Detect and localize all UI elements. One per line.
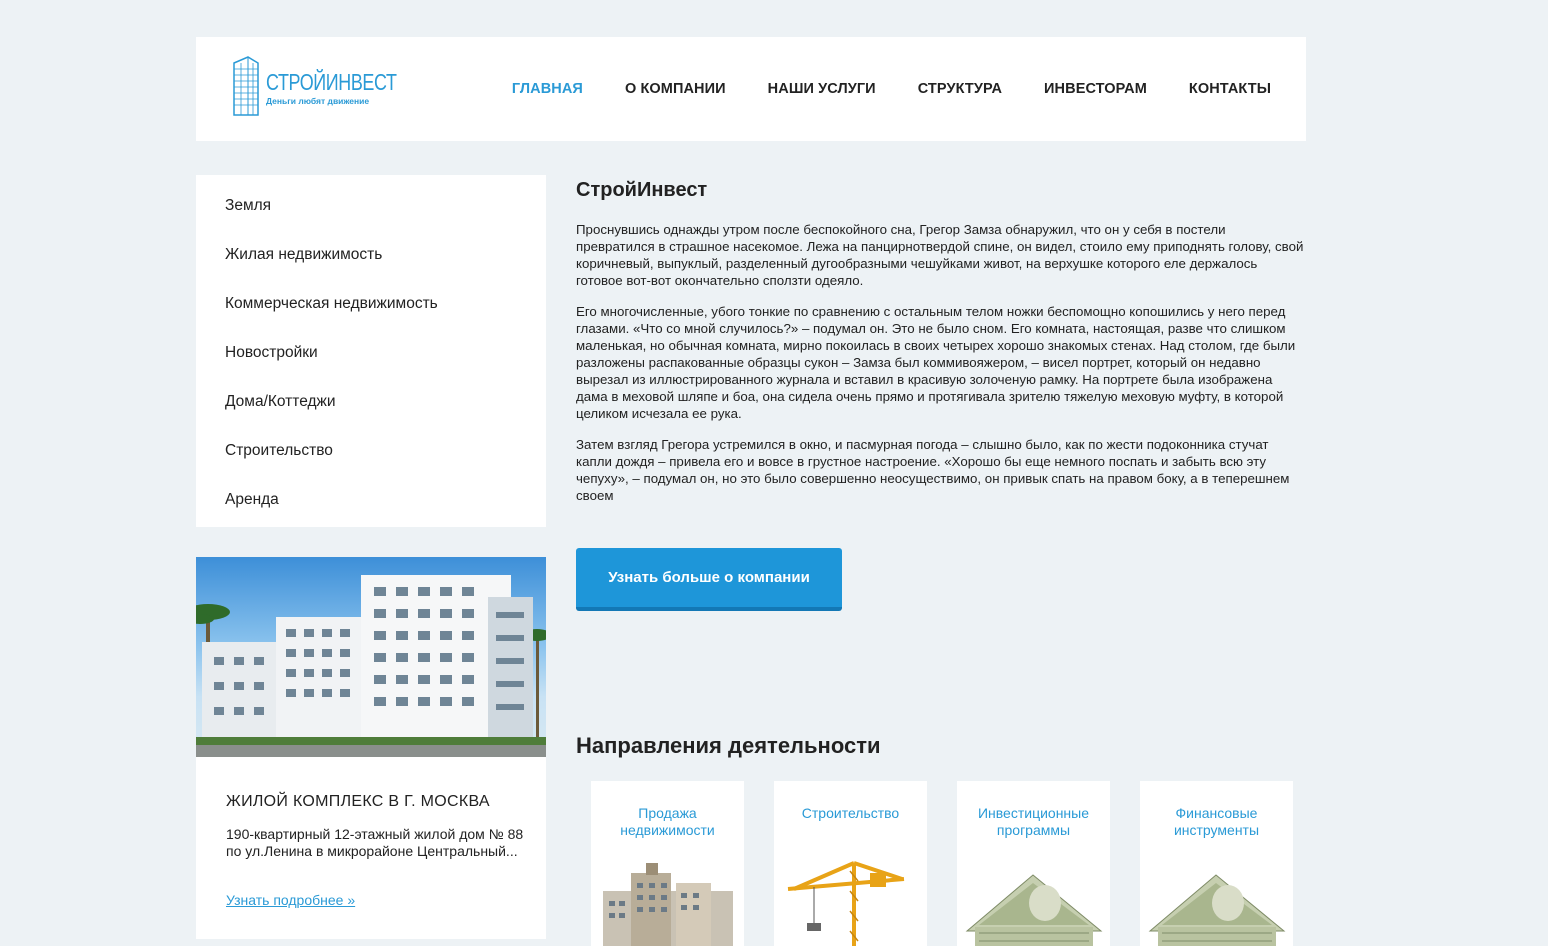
project-card: ЖИЛОЙ КОМПЛЕКС В Г. МОСКВА 190-квартирны… xyxy=(196,557,546,939)
nav-item-services[interactable]: НАШИ УСЛУГИ xyxy=(768,81,876,97)
intro-paragraph: Проснувшись однажды утром после беспокой… xyxy=(576,222,1304,288)
direction-tile-construction[interactable]: Строительство xyxy=(774,781,927,946)
learn-more-button[interactable]: Узнать больше о компании xyxy=(576,548,842,611)
main-nav: ГЛАВНАЯ О КОМПАНИИ НАШИ УСЛУГИ СТРУКТУРА… xyxy=(512,37,1271,141)
logo-name: СТРОЙИНВЕСТ xyxy=(266,69,397,95)
sidebar-item-new-buildings[interactable]: Новостройки xyxy=(196,344,546,393)
project-more-link[interactable]: Узнать подробнее » xyxy=(226,892,355,908)
intro-text: Проснувшись однажды утром после беспокой… xyxy=(576,221,1306,518)
project-title: ЖИЛОЙ КОМПЛЕКС В Г. МОСКВА xyxy=(226,793,490,810)
page-title: СтройИнвест xyxy=(576,179,708,201)
nav-item-about[interactable]: О КОМПАНИИ xyxy=(625,81,726,97)
nav-item-investors[interactable]: ИНВЕСТОРАМ xyxy=(1044,81,1147,97)
sidebar-item-houses[interactable]: Дома/Коттеджи xyxy=(196,393,546,442)
nav-item-contacts[interactable]: КОНТАКТЫ xyxy=(1189,81,1271,97)
nav-item-structure[interactable]: СТРУКТУРА xyxy=(918,81,1002,97)
project-image[interactable] xyxy=(196,557,546,757)
tower-building-icon xyxy=(603,863,733,946)
directions-title: Направления деятельности xyxy=(576,733,881,758)
site-header: СТРОЙИНВЕСТ Деньги любят движение ГЛАВНА… xyxy=(196,37,1306,141)
intro-paragraph: Затем взгляд Грегора устремился в окно, … xyxy=(576,437,1290,503)
sidebar-item-commercial[interactable]: Коммерческая недвижимость xyxy=(196,295,546,344)
sidebar-item-construction[interactable]: Строительство xyxy=(196,442,546,491)
intro-paragraph: Его многочисленные, убого тонкие по срав… xyxy=(576,304,1296,421)
project-description: 190-квартирный 12-этажный жилой дом № 88… xyxy=(226,826,524,859)
logo[interactable]: СТРОЙИНВЕСТ Деньги любят движение xyxy=(230,55,397,119)
money-house-icon xyxy=(965,874,1103,946)
crane-icon xyxy=(787,861,905,946)
sidebar-item-rent[interactable]: Аренда xyxy=(196,491,546,540)
sidebar-item-residential[interactable]: Жилая недвижимость xyxy=(196,246,546,295)
building-logo-icon xyxy=(233,56,259,116)
direction-tile-sales[interactable]: Продажа недвижимости xyxy=(591,781,744,946)
direction-label: Строительство xyxy=(801,805,900,821)
sidebar-item-land[interactable]: Земля xyxy=(196,197,546,246)
sidebar-menu: Земля Жилая недвижимость Коммерческая не… xyxy=(196,175,546,527)
money-house-icon xyxy=(1148,874,1286,946)
direction-label: Продажа недвижимости xyxy=(620,805,715,838)
direction-tile-finance[interactable]: Финансовые инструменты xyxy=(1140,781,1293,946)
nav-item-home[interactable]: ГЛАВНАЯ xyxy=(512,81,583,97)
direction-label: Финансовые инструменты xyxy=(1173,805,1260,838)
direction-tile-investment[interactable]: Инвестиционные программы xyxy=(957,781,1110,946)
logo-tagline: Деньги любят движение xyxy=(266,96,370,106)
direction-label: Инвестиционные программы xyxy=(977,805,1090,838)
